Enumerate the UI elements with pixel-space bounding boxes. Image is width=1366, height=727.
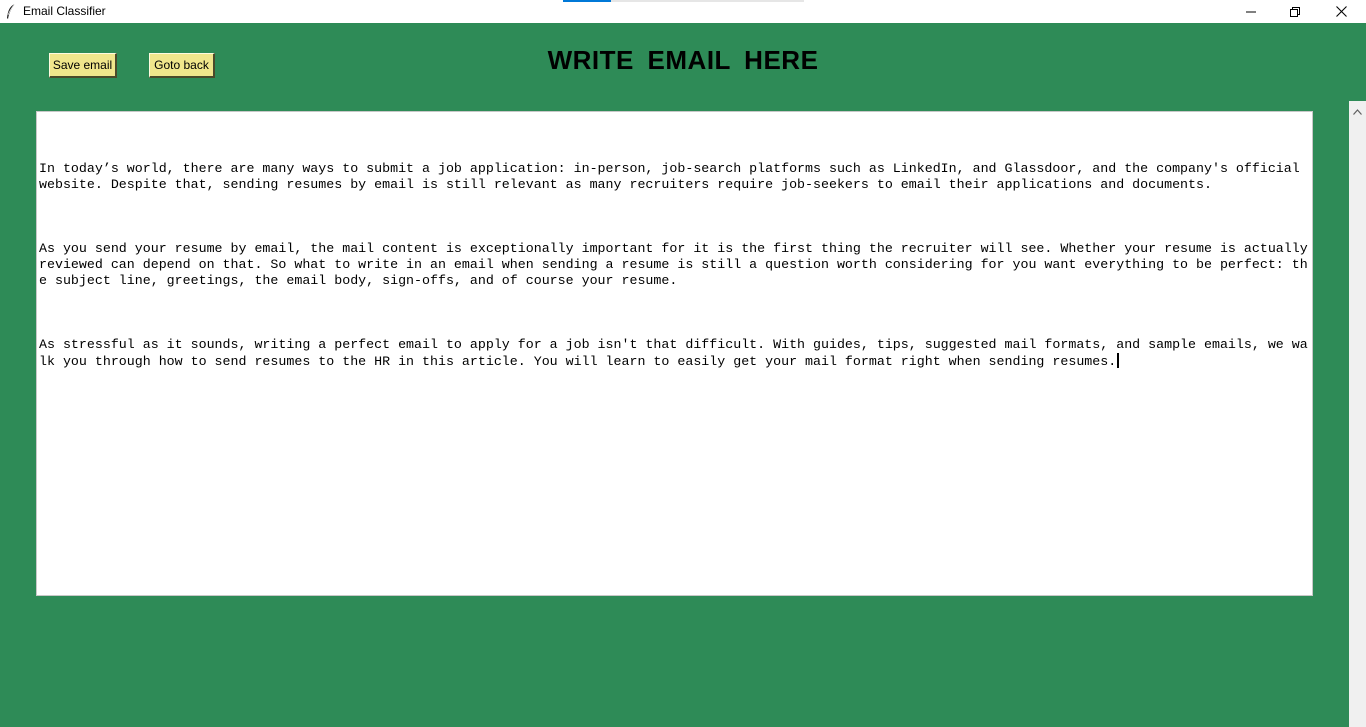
title-bar: Email Classifier — [0, 0, 1366, 23]
text-caret — [1117, 353, 1119, 368]
email-paragraph: As stressful as it sounds, writing a per… — [39, 337, 1312, 370]
window-title: Email Classifier — [23, 4, 106, 18]
close-button[interactable] — [1318, 0, 1364, 23]
app-content: Save email Goto back WRITE EMAIL HERE In… — [0, 23, 1366, 727]
page-title: WRITE EMAIL HERE — [547, 45, 819, 75]
close-icon — [1335, 6, 1347, 17]
feather-icon — [5, 3, 17, 20]
minimize-button[interactable] — [1228, 0, 1274, 23]
email-paragraph: As you send your resume by email, the ma… — [39, 241, 1308, 288]
scroll-up-button[interactable] — [1349, 101, 1366, 118]
minimize-icon — [1246, 7, 1256, 17]
email-paragraph: In today’s world, there are many ways to… — [39, 161, 1308, 192]
title-accent-bar — [563, 0, 611, 2]
restore-button[interactable] — [1272, 0, 1318, 23]
email-body-text: In today’s world, there are many ways to… — [39, 129, 1312, 402]
vertical-scrollbar[interactable] — [1349, 101, 1366, 727]
goto-back-button[interactable]: Goto back — [149, 53, 215, 78]
chevron-up-icon — [1353, 100, 1362, 119]
save-email-button[interactable]: Save email — [49, 53, 117, 78]
email-text-area[interactable]: In today’s world, there are many ways to… — [36, 111, 1313, 596]
title-accent-track — [611, 0, 804, 2]
restore-icon — [1290, 6, 1300, 17]
